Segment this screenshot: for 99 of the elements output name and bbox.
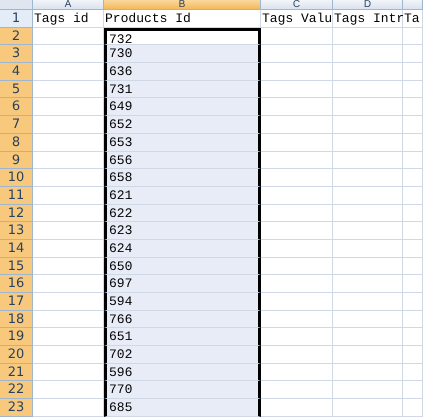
table-cell: Tags id — [33, 10, 104, 28]
empty-cell — [403, 364, 423, 382]
empty-cell — [333, 28, 403, 46]
row-header[interactable]: 9 — [0, 152, 33, 170]
column-header[interactable]: D — [333, 0, 403, 10]
empty-cell — [403, 134, 423, 152]
table-cell: 702 — [104, 346, 261, 364]
empty-cell — [403, 28, 423, 46]
empty-cell — [403, 258, 423, 276]
empty-cell — [333, 116, 403, 134]
empty-cell — [333, 275, 403, 293]
row-header[interactable]: 23 — [0, 399, 33, 417]
empty-cell — [333, 45, 403, 64]
table-cell: 652 — [104, 116, 261, 134]
table-cell: 621 — [104, 186, 261, 205]
empty-cell — [403, 186, 423, 205]
empty-cell — [333, 258, 403, 276]
empty-cell — [403, 310, 423, 328]
empty-cell — [333, 186, 403, 205]
empty-cell — [333, 204, 403, 222]
row-header[interactable]: 19 — [0, 328, 33, 346]
column-header[interactable]: C — [261, 0, 333, 10]
table-cell: Tags Valu — [261, 10, 333, 28]
table-cell: 730 — [104, 45, 261, 64]
table-cell: 732 — [104, 28, 261, 46]
row-header[interactable]: 17 — [0, 293, 33, 311]
empty-cell — [333, 98, 403, 116]
row-header[interactable]: 8 — [0, 134, 33, 152]
table-cell: 770 — [104, 381, 261, 400]
empty-cell — [403, 169, 423, 187]
empty-cell — [403, 80, 423, 98]
row-header[interactable]: 13 — [0, 222, 33, 240]
row-header[interactable]: 15 — [0, 258, 33, 276]
empty-cell — [333, 240, 403, 258]
empty-cell — [333, 328, 403, 346]
select-all-corner[interactable] — [0, 0, 33, 10]
column-header[interactable]: A — [33, 0, 104, 10]
row-header[interactable]: 21 — [0, 364, 33, 382]
table-cell: 766 — [104, 310, 261, 328]
table-cell: 594 — [104, 293, 261, 311]
empty-cell — [403, 222, 423, 240]
row-header[interactable]: 18 — [0, 310, 33, 328]
empty-cell — [333, 346, 403, 364]
empty-cell — [333, 293, 403, 311]
empty-cell — [333, 80, 403, 98]
row-header[interactable]: 14 — [0, 240, 33, 258]
table-cell: Tags Intr — [333, 10, 403, 28]
table-cell: 650 — [104, 258, 261, 276]
table-cell: 649 — [104, 98, 261, 116]
row-header[interactable]: 22 — [0, 381, 33, 400]
empty-cell — [403, 45, 423, 64]
row-header[interactable]: 20 — [0, 346, 33, 364]
row-header[interactable]: 2 — [0, 28, 33, 46]
column-header[interactable] — [403, 0, 423, 10]
row-header[interactable]: 1 — [0, 10, 33, 28]
table-cell: 685 — [104, 399, 261, 417]
empty-cell — [403, 275, 423, 293]
table-cell: 731 — [104, 80, 261, 98]
empty-cell — [333, 169, 403, 187]
empty-cell — [403, 293, 423, 311]
empty-cell — [333, 134, 403, 152]
empty-cell — [403, 63, 423, 81]
table-cell: 658 — [104, 169, 261, 187]
empty-cell — [333, 381, 403, 400]
table-cell: 651 — [104, 328, 261, 346]
row-header[interactable]: 6 — [0, 98, 33, 116]
table-cell: 623 — [104, 222, 261, 240]
empty-cell — [403, 152, 423, 170]
empty-cell — [333, 63, 403, 81]
table-cell: Ta — [403, 10, 423, 28]
column-header[interactable]: B — [104, 0, 261, 10]
empty-cell — [403, 328, 423, 346]
empty-cell — [333, 364, 403, 382]
table-cell: 697 — [104, 275, 261, 293]
empty-cell — [403, 346, 423, 364]
table-cell: 636 — [104, 63, 261, 81]
row-header[interactable]: 16 — [0, 275, 33, 293]
empty-cell — [403, 240, 423, 258]
table-cell: 653 — [104, 134, 261, 152]
empty-cell — [333, 152, 403, 170]
table-cell: 596 — [104, 364, 261, 382]
row-header[interactable]: 7 — [0, 116, 33, 134]
empty-cell — [333, 310, 403, 328]
row-header[interactable]: 3 — [0, 45, 33, 64]
row-header[interactable]: 12 — [0, 204, 33, 222]
table-cell: 624 — [104, 240, 261, 258]
table-cell: 656 — [104, 152, 261, 170]
empty-cell — [403, 204, 423, 222]
empty-cell — [333, 222, 403, 240]
table-cell: 622 — [104, 204, 261, 222]
empty-cell — [403, 116, 423, 134]
empty-cell — [403, 399, 423, 417]
empty-cell — [333, 399, 403, 417]
empty-cell — [403, 98, 423, 116]
empty-cell — [403, 381, 423, 400]
row-header[interactable]: 11 — [0, 186, 33, 205]
row-header[interactable]: 5 — [0, 80, 33, 98]
row-header[interactable]: 10 — [0, 169, 33, 187]
row-header[interactable]: 4 — [0, 63, 33, 81]
